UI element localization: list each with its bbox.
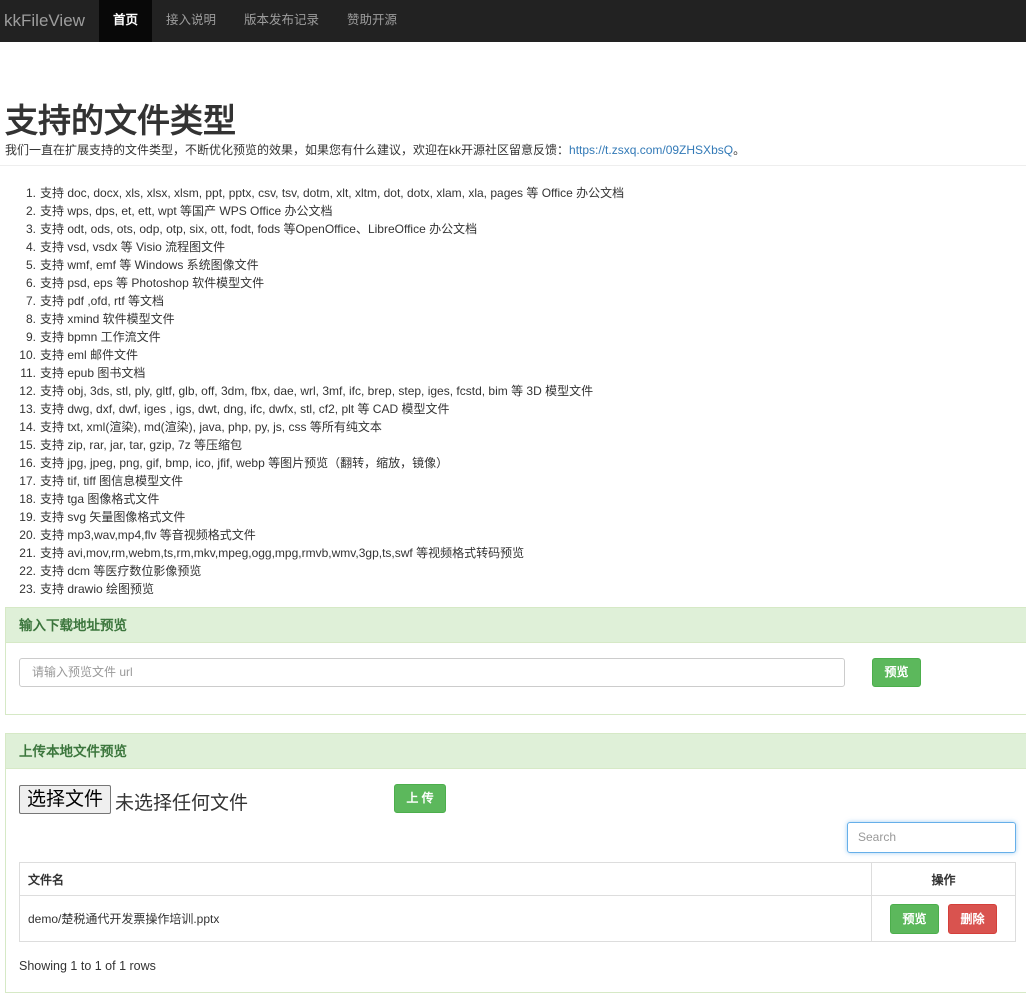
row-preview-button[interactable]: 预览 <box>890 904 939 934</box>
feedback-link[interactable]: https://t.zsxq.com/09ZHSXbsQ <box>569 143 733 157</box>
upload-panel-heading: 上传本地文件预览 <box>6 734 1026 769</box>
nav-sponsor[interactable]: 赞助开源 <box>333 0 411 42</box>
list-item: 支持 vsd, vsdx 等 Visio 流程图文件 <box>26 238 226 256</box>
list-item: 支持 wps, dps, et, ett, wpt 等国产 WPS Office… <box>26 202 333 220</box>
col-actions: 操作 <box>871 862 1016 896</box>
url-preview-button[interactable]: 预览 <box>872 658 921 687</box>
no-file-label: 未选择任何文件 <box>115 793 249 814</box>
list-item: 支持 wmf, emf 等 Windows 系统图像文件 <box>26 256 259 274</box>
list-item: 支持 svg 矢量图像格式文件 <box>19 508 186 526</box>
intro-text-end: 。 <box>733 143 746 157</box>
file-types-list: 支持 doc, docx, xls, xlsx, xlsm, ppt, pptx… <box>5 184 624 598</box>
table-header-row: 文件名 操作 <box>19 862 1016 896</box>
url-panel-heading: 输入下载地址预览 <box>6 608 1026 643</box>
col-file-name: 文件名 <box>19 862 872 896</box>
files-table: 文件名 操作 demo/楚税通代开发票操作培训.pptx 预览 删除 <box>19 862 1016 942</box>
list-item: 支持 doc, docx, xls, xlsx, xlsm, ppt, pptx… <box>26 184 625 202</box>
list-item: 支持 xmind 软件模型文件 <box>26 310 175 328</box>
page-title: 支持的文件类型 <box>5 102 236 139</box>
row-delete-button[interactable]: 删除 <box>948 904 997 934</box>
upload-button[interactable]: 上 传 <box>394 784 446 813</box>
list-item: 支持 drawio 绘图预览 <box>19 580 155 598</box>
choose-file-button[interactable]: 选择文件 <box>19 785 111 814</box>
search-input[interactable]: Search <box>847 822 1016 853</box>
header-divider <box>0 165 1026 166</box>
url-preview-panel: 输入下载地址预览 请输入预览文件 url 预览 <box>5 607 1026 715</box>
list-item: 支持 tga 图像格式文件 <box>19 490 160 508</box>
file-name-cell: demo/楚税通代开发票操作培训.pptx <box>19 895 872 942</box>
nav-release-notes[interactable]: 版本发布记录 <box>230 0 333 42</box>
nav-integration-guide[interactable]: 接入说明 <box>152 0 230 42</box>
intro-text-body: 我们一直在扩展支持的文件类型，不断优化预览的效果，如果您有什么建议，欢迎在kk开… <box>5 143 570 157</box>
list-item: 支持 odt, ods, ots, odp, otp, six, ott, fo… <box>26 220 478 238</box>
url-input[interactable]: 请输入预览文件 url <box>19 658 845 687</box>
nav-home[interactable]: 首页 <box>98 0 152 42</box>
intro-text: 我们一直在扩展支持的文件类型，不断优化预览的效果，如果您有什么建议，欢迎在kk开… <box>5 141 745 158</box>
upload-preview-panel: 上传本地文件预览 选择文件 未选择任何文件 上 传 Search 文件名 操作 … <box>5 733 1026 993</box>
list-item: 支持 bpmn 工作流文件 <box>26 328 161 346</box>
list-item: 支持 eml 邮件文件 <box>19 346 139 364</box>
list-item: 支持 avi,mov,rm,webm,ts,rm,mkv,mpeg,ogg,mp… <box>19 544 525 562</box>
table-row: demo/楚税通代开发票操作培训.pptx 预览 删除 <box>19 895 1016 942</box>
list-item: 支持 psd, eps 等 Photoshop 软件模型文件 <box>26 274 265 292</box>
list-item: 支持 jpg, jpeg, png, gif, bmp, ico, jfif, … <box>19 454 449 472</box>
top-navbar: kkFileView 首页 接入说明 版本发布记录 赞助开源 <box>0 0 1026 42</box>
list-item: 支持 epub 图书文档 <box>20 364 146 382</box>
actions-cell: 预览 删除 <box>871 895 1016 942</box>
brand-logo[interactable]: kkFileView <box>0 0 99 42</box>
list-item: 支持 mp3,wav,mp4,flv 等音视频格式文件 <box>19 526 256 544</box>
pagination-info: Showing 1 to 1 of 1 rows <box>19 959 156 973</box>
list-item: 支持 zip, rar, jar, tar, gzip, 7z 等压缩包 <box>19 436 243 454</box>
list-item: 支持 obj, 3ds, stl, ply, gltf, glb, off, 3… <box>19 382 594 400</box>
list-item: 支持 pdf ,ofd, rtf 等文档 <box>26 292 165 310</box>
list-item: 支持 tif, tiff 图信息模型文件 <box>19 472 184 490</box>
list-item: 支持 txt, xml(渲染), md(渲染), java, php, py, … <box>19 418 382 436</box>
list-item: 支持 dcm 等医疗数位影像预览 <box>19 562 202 580</box>
list-item: 支持 dwg, dxf, dwf, iges , igs, dwt, dng, … <box>19 400 450 418</box>
